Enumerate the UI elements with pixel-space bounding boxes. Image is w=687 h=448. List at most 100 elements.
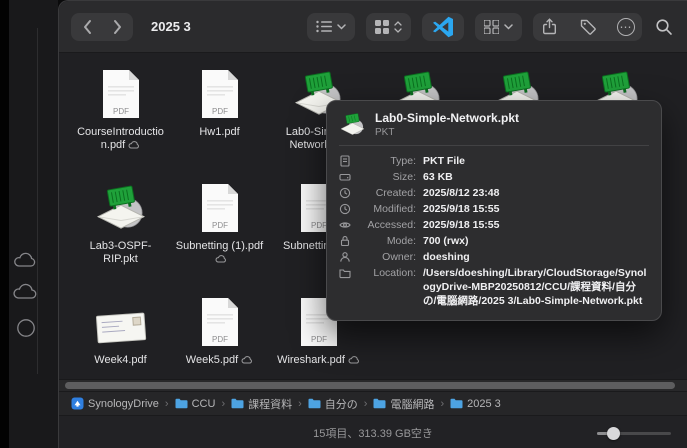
search-icon	[656, 18, 672, 35]
ellipsis-icon: ⋯	[616, 17, 635, 36]
cloud-status-icon	[215, 255, 226, 263]
pdf-file-icon: PDF	[200, 293, 240, 347]
folder-icon	[175, 398, 188, 409]
cloud-shape-icon[interactable]	[13, 252, 39, 268]
nav-controls	[71, 12, 133, 41]
path-separator: ›	[363, 397, 368, 410]
svg-text:PDF: PDF	[212, 335, 228, 344]
vscode-icon	[433, 16, 453, 37]
group-view-icon	[484, 19, 499, 34]
up-down-chevrons-icon	[394, 20, 402, 33]
cloud-status-icon	[241, 356, 253, 364]
popover-title: Lab0-Simple-Network.pkt	[375, 111, 520, 125]
storage-icon	[339, 170, 356, 183]
path-item-2025-3[interactable]: 2025 3	[450, 398, 501, 410]
pdf-file-icon: PDF	[200, 65, 240, 119]
icon-size-button[interactable]	[366, 12, 411, 41]
chevron-right-icon	[113, 19, 121, 34]
file-item[interactable]: PDF Subnetting (1).pdf	[170, 171, 269, 285]
info-row-modified: Modified: 2025/9/18 15:55	[339, 202, 649, 216]
screen-edge	[0, 0, 9, 448]
pdf-file-icon: PDF	[200, 179, 240, 233]
file-item[interactable]: Lab3-OSPF-RIP.pkt	[71, 171, 170, 285]
list-view-icon	[316, 20, 332, 33]
forward-button[interactable]	[102, 13, 133, 41]
path-separator: ›	[221, 397, 226, 410]
scrollbar-thumb[interactable]	[65, 382, 675, 389]
popover-subtitle: PKT	[375, 127, 395, 138]
file-info-popover: Lab0-Simple-Network.pkt PKT Type: PKT Fi…	[326, 100, 662, 321]
folder-icon	[373, 398, 386, 409]
path-item-ccu[interactable]: CCU	[175, 398, 215, 410]
chevron-left-icon	[83, 19, 91, 34]
circle-shape-icon[interactable]	[16, 318, 36, 338]
vscode-button[interactable]	[422, 12, 464, 41]
actions-group: ⋯	[533, 12, 642, 41]
path-separator: ›	[298, 397, 302, 410]
popover-rows: Type: PKT File Size: 63 KB Created: 2025…	[339, 146, 649, 308]
letter-file-icon	[94, 293, 148, 347]
svg-text:PDF: PDF	[311, 335, 327, 344]
document-icon	[339, 154, 356, 167]
pkt-file-icon	[340, 112, 365, 135]
info-row-mode: Mode: 700 (rwx)	[339, 234, 649, 248]
share-icon	[543, 18, 556, 35]
file-browser-content: PDF CourseIntroduction.pdf PDF Hw1.pdf L…	[59, 53, 687, 379]
file-name: Hw1.pdf	[199, 126, 240, 138]
search-button[interactable]	[653, 13, 675, 41]
file-name: Subnetting (1).pdf	[175, 240, 264, 252]
path-separator: ›	[440, 397, 445, 410]
chevron-down-icon	[504, 23, 513, 30]
group-by-button[interactable]	[475, 12, 522, 41]
status-bar: 15項目、313.39 GB空き	[59, 415, 687, 448]
file-name: Lab3-OSPF-RIP.pkt	[89, 240, 152, 265]
folder-icon	[339, 266, 356, 279]
info-row-size: Size: 63 KB	[339, 170, 649, 184]
info-row-created: Created: 2025/8/12 23:48	[339, 186, 649, 200]
background-divider	[37, 28, 38, 374]
file-name: Week5.pdf	[185, 354, 239, 366]
info-row-location: Location: /Users/doeshing/Library/CloudS…	[339, 266, 649, 308]
lock-icon	[339, 234, 356, 247]
svg-text:PDF: PDF	[212, 107, 228, 116]
icon-zoom-slider[interactable]	[597, 426, 671, 440]
folder-icon	[450, 398, 463, 409]
view-options-button[interactable]	[307, 12, 355, 41]
pkt-file-icon	[94, 179, 148, 233]
slider-knob[interactable]	[607, 426, 620, 440]
file-name: Week4.pdf	[94, 354, 147, 366]
window-title: 2025 3	[151, 19, 191, 34]
back-button[interactable]	[71, 13, 102, 41]
clock-icon	[339, 202, 356, 215]
toolbar: 2025 3 ⋯	[59, 1, 687, 53]
chevron-down-icon	[337, 23, 346, 30]
path-separator: ›	[164, 397, 169, 410]
file-name: Wireshark.pdf	[277, 354, 345, 366]
pdf-file-icon: PDF	[101, 65, 141, 119]
svg-text:PDF: PDF	[212, 221, 228, 230]
file-item[interactable]: PDF CourseIntroduction.pdf	[71, 57, 170, 171]
info-row-owner: Owner: doeshing	[339, 250, 649, 264]
cloud-shape-icon[interactable]	[12, 283, 40, 300]
popover-header: Lab0-Simple-Network.pkt PKT	[339, 111, 649, 146]
info-row-accessed: Accessed: 2025/9/18 15:55	[339, 218, 649, 232]
person-icon	[339, 250, 356, 263]
file-item[interactable]: PDF Hw1.pdf	[170, 57, 269, 171]
cloud-status-icon	[128, 141, 140, 149]
horizontal-scrollbar	[59, 379, 687, 391]
more-button[interactable]: ⋯	[609, 13, 642, 41]
share-button[interactable]	[533, 13, 566, 41]
file-name: CourseIntroduction.pdf	[77, 126, 164, 151]
svg-text:PDF: PDF	[113, 107, 129, 116]
grid-view-icon	[375, 19, 389, 34]
toolbar-right: ⋯	[307, 12, 675, 41]
finder-window: 2025 3 ⋯ PDF CourseIntroduction.pdf PDF …	[58, 0, 687, 448]
info-row-type: Type: PKT File	[339, 154, 649, 168]
cloud-status-icon	[348, 356, 359, 364]
clock-icon	[339, 186, 356, 199]
eye-icon	[339, 218, 356, 231]
folder-icon	[231, 398, 244, 409]
folder-icon	[308, 398, 321, 409]
tag-button[interactable]	[571, 13, 604, 41]
svg-text:PDF: PDF	[311, 221, 327, 230]
